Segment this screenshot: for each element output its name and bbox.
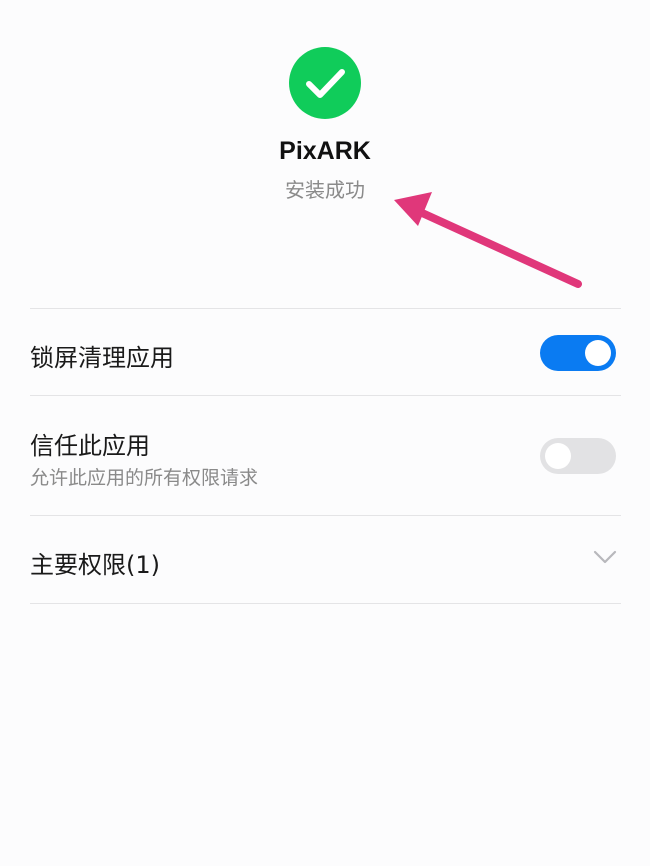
divider <box>30 603 621 604</box>
toggle-knob <box>545 443 571 469</box>
setting-sublabel: 允许此应用的所有权限请求 <box>30 467 259 489</box>
divider <box>30 308 621 309</box>
setting-label: 锁屏清理应用 <box>30 344 174 372</box>
success-check-icon <box>289 47 361 119</box>
permissions-label: 主要权限(1) <box>30 551 160 579</box>
chevron-down-icon[interactable] <box>592 548 618 566</box>
divider <box>30 395 621 396</box>
annotation-arrow-icon <box>394 192 582 288</box>
trust-app-toggle[interactable] <box>540 438 616 474</box>
app-name: PixARK <box>279 137 371 165</box>
lockscreen-clean-toggle[interactable] <box>540 335 616 371</box>
divider <box>30 515 621 516</box>
setting-label: 信任此应用 <box>30 432 150 460</box>
install-result-page: PixARK 安装成功 锁屏清理应用 信任此应用 允许此应用的所有权限请求 主要… <box>0 0 650 866</box>
toggle-knob <box>585 340 611 366</box>
